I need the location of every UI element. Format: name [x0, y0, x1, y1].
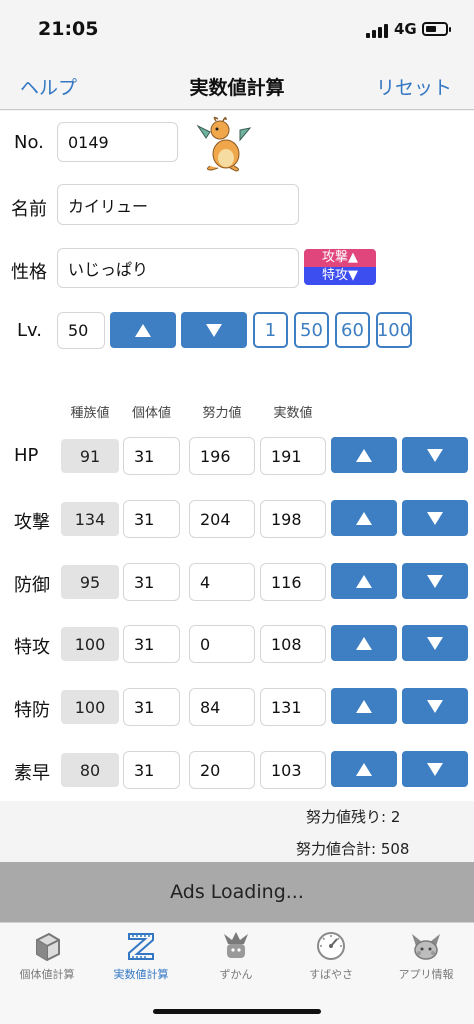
iv-input[interactable]: 31: [123, 437, 180, 475]
stat-label: 攻撃: [14, 512, 50, 533]
ev-remaining-text: 努力値残り: 2: [306, 808, 401, 826]
ev-down-button[interactable]: [402, 625, 468, 661]
base-stat-value: 91: [61, 439, 119, 473]
home-indicator: [153, 1009, 321, 1014]
no-label: No.: [14, 132, 44, 153]
reset-button[interactable]: リセット: [376, 73, 452, 100]
tab-label: 実数値計算: [113, 968, 169, 981]
level-preset-100-button[interactable]: 100: [376, 312, 412, 348]
actual-stat-input[interactable]: 116: [260, 563, 326, 601]
tab-app-info[interactable]: アプリ情報: [379, 929, 473, 989]
stat-label: 防御: [14, 575, 50, 596]
ev-input[interactable]: 84: [189, 688, 255, 726]
status-bar: 21:05 4G: [0, 0, 474, 60]
level-up-button[interactable]: [110, 312, 176, 348]
tab-speed[interactable]: すばやさ: [284, 929, 378, 989]
level-preset-60-button[interactable]: 60: [335, 312, 370, 348]
actual-stat-input[interactable]: 131: [260, 688, 326, 726]
level-preset-50-button[interactable]: 50: [294, 312, 329, 348]
creature-icon: [409, 929, 443, 963]
ev-down-button[interactable]: [402, 688, 468, 724]
actual-stat-input[interactable]: 198: [260, 500, 326, 538]
tab-iv-calc[interactable]: 個体値計算: [0, 929, 94, 989]
actual-stat-input[interactable]: 103: [260, 751, 326, 789]
level-preset-1-button[interactable]: 1: [253, 312, 288, 348]
stat-label: 素早: [14, 763, 50, 784]
ev-up-button[interactable]: [331, 500, 397, 536]
signal-icon: [366, 24, 390, 38]
network-label: 4G: [394, 20, 417, 38]
nature-label: 性格: [11, 262, 47, 283]
name-input[interactable]: カイリュー: [57, 184, 299, 225]
column-header-actual: 実数値: [273, 406, 313, 421]
iv-input[interactable]: 31: [123, 563, 180, 601]
pokemon-sprite-image: [196, 116, 252, 172]
level-label: Lv.: [17, 320, 43, 341]
iv-input[interactable]: 31: [123, 751, 180, 789]
navigation-bar: 実数値計算 ヘルプ リセット: [0, 60, 474, 110]
column-header-ev: 努力値: [202, 406, 242, 421]
ruler-icon: [124, 929, 158, 963]
ev-up-button[interactable]: [331, 437, 397, 473]
ev-down-button[interactable]: [402, 751, 468, 787]
tab-actual-calc[interactable]: 実数値計算: [94, 929, 188, 989]
tab-pokedex[interactable]: ずかん: [189, 929, 283, 989]
nature-input[interactable]: いじっぱり: [57, 248, 299, 288]
nature-down-stat: 特攻▼: [304, 267, 376, 285]
stat-label: 特防: [14, 700, 50, 721]
tab-label: すばやさ: [309, 968, 353, 981]
ev-down-button[interactable]: [402, 437, 468, 473]
ev-input[interactable]: 20: [189, 751, 255, 789]
help-button[interactable]: ヘルプ: [20, 73, 77, 100]
base-stat-value: 95: [61, 565, 119, 599]
base-stat-value: 100: [61, 690, 119, 724]
ev-up-button[interactable]: [331, 563, 397, 599]
actual-stat-input[interactable]: 191: [260, 437, 326, 475]
name-label: 名前: [11, 199, 47, 220]
iv-input[interactable]: 31: [123, 625, 180, 663]
ev-up-button[interactable]: [331, 751, 397, 787]
stat-label: 特攻: [14, 637, 50, 658]
ev-up-button[interactable]: [331, 625, 397, 661]
iv-input[interactable]: 31: [123, 500, 180, 538]
number-input[interactable]: 0149: [57, 122, 178, 162]
nature-effect-badge: 攻撃▲ 特攻▼: [304, 249, 376, 285]
ev-input[interactable]: 4: [189, 563, 255, 601]
actual-stat-input[interactable]: 108: [260, 625, 326, 663]
column-header-base: 種族値: [70, 406, 110, 421]
base-stat-value: 100: [61, 627, 119, 661]
ev-input[interactable]: 196: [189, 437, 255, 475]
column-header-iv: 個体値: [131, 406, 171, 421]
iv-input[interactable]: 31: [123, 688, 180, 726]
speedometer-icon: [314, 929, 348, 963]
ad-banner[interactable]: Ads Loading...: [0, 862, 474, 922]
battery-icon: [422, 22, 451, 36]
tab-label: ずかん: [219, 968, 253, 981]
stat-label: HP: [14, 445, 39, 466]
ev-total-text: 努力値合計: 508: [296, 840, 410, 858]
pokedex-icon: [219, 929, 253, 963]
cube-icon: [30, 929, 64, 963]
tab-label: アプリ情報: [398, 968, 454, 981]
ev-input[interactable]: 0: [189, 625, 255, 663]
ev-input[interactable]: 204: [189, 500, 255, 538]
status-time: 21:05: [38, 18, 99, 40]
ev-down-button[interactable]: [402, 500, 468, 536]
base-stat-value: 134: [61, 502, 119, 536]
ev-down-button[interactable]: [402, 563, 468, 599]
level-input[interactable]: 50: [57, 312, 105, 349]
ev-up-button[interactable]: [331, 688, 397, 724]
tab-label: 個体値計算: [19, 968, 75, 981]
nature-up-stat: 攻撃▲: [304, 249, 376, 267]
base-stat-value: 80: [61, 753, 119, 787]
level-down-button[interactable]: [181, 312, 247, 348]
